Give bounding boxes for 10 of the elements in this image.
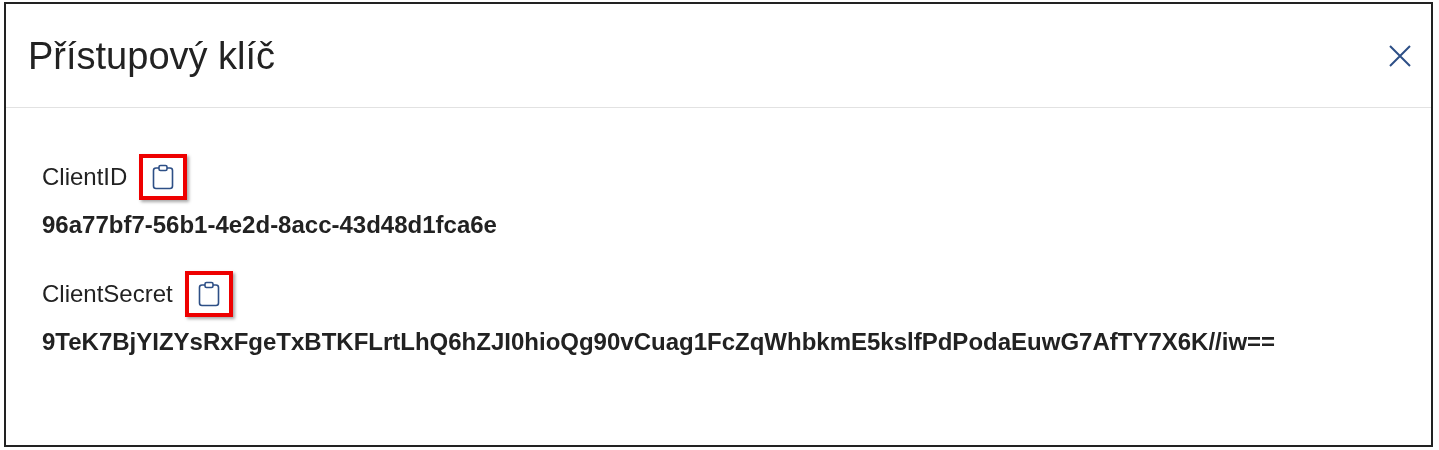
clipboard-icon xyxy=(197,281,220,307)
field-label: ClientID xyxy=(42,162,128,192)
dialog-title: Přístupový klíč xyxy=(28,36,276,75)
copy-button[interactable] xyxy=(139,154,188,200)
field-value: 96a77bf7-56b1-4e2d-8acc-43d48d1fca6e xyxy=(42,210,498,240)
clipboard-icon xyxy=(152,164,175,190)
field-value: 9TeK7BjYIZYsRxFgeTxBTKFLrtLhQ6hZJI0hioQg90vCuag1FcZqWhbkmE5kslfPdPodaEuwG7AfTY7X6K//iw== xyxy=(42,327,1277,357)
field-label: ClientSecret xyxy=(42,279,173,309)
close-icon xyxy=(1388,43,1412,68)
copy-button[interactable] xyxy=(184,271,233,317)
